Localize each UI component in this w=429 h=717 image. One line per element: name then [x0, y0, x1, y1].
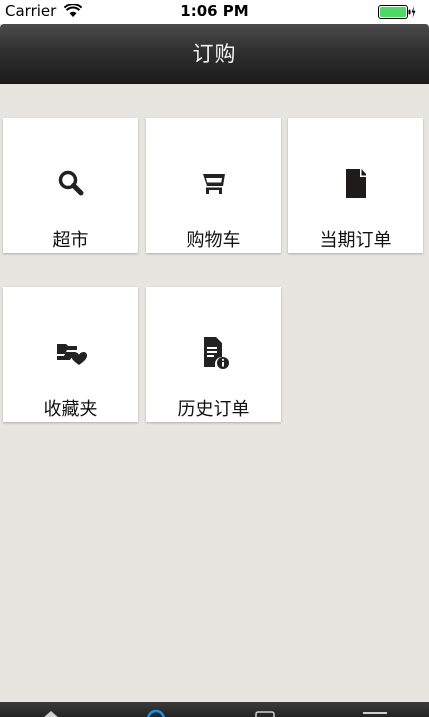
- tile-shopping-cart[interactable]: 购物车: [146, 118, 281, 253]
- tile-label: 购物车: [186, 230, 241, 251]
- nav-bar: 订购: [0, 24, 429, 84]
- tile-order-history[interactable]: 历史订单: [146, 287, 281, 422]
- tile-label: 历史订单: [177, 399, 250, 420]
- home-icon[interactable]: [39, 709, 63, 717]
- tile-label: 当期订单: [319, 230, 392, 251]
- info-icon[interactable]: [144, 709, 168, 717]
- search-icon: [58, 170, 83, 196]
- tile-label: 收藏夹: [43, 399, 98, 420]
- page-title: 订购: [192, 42, 237, 66]
- document-info-icon: [203, 337, 229, 369]
- tablet-icon[interactable]: [253, 709, 277, 717]
- status-time: 1:06 PM: [180, 2, 249, 20]
- tab-bar: [0, 702, 429, 717]
- tile-supermarket[interactable]: 超市: [3, 118, 138, 253]
- menu-icon[interactable]: [363, 709, 387, 717]
- tile-label: 超市: [52, 230, 89, 251]
- tile-current-orders[interactable]: 当期订单: [288, 118, 423, 253]
- tile-favorites[interactable]: 收藏夹: [3, 287, 138, 422]
- favorites-folder-icon: [56, 344, 87, 365]
- status-bar: Carrier 1:06 PM: [0, 0, 429, 24]
- battery-icon: [378, 5, 416, 19]
- shopping-cart-icon: [202, 174, 225, 194]
- document-icon: [345, 169, 366, 198]
